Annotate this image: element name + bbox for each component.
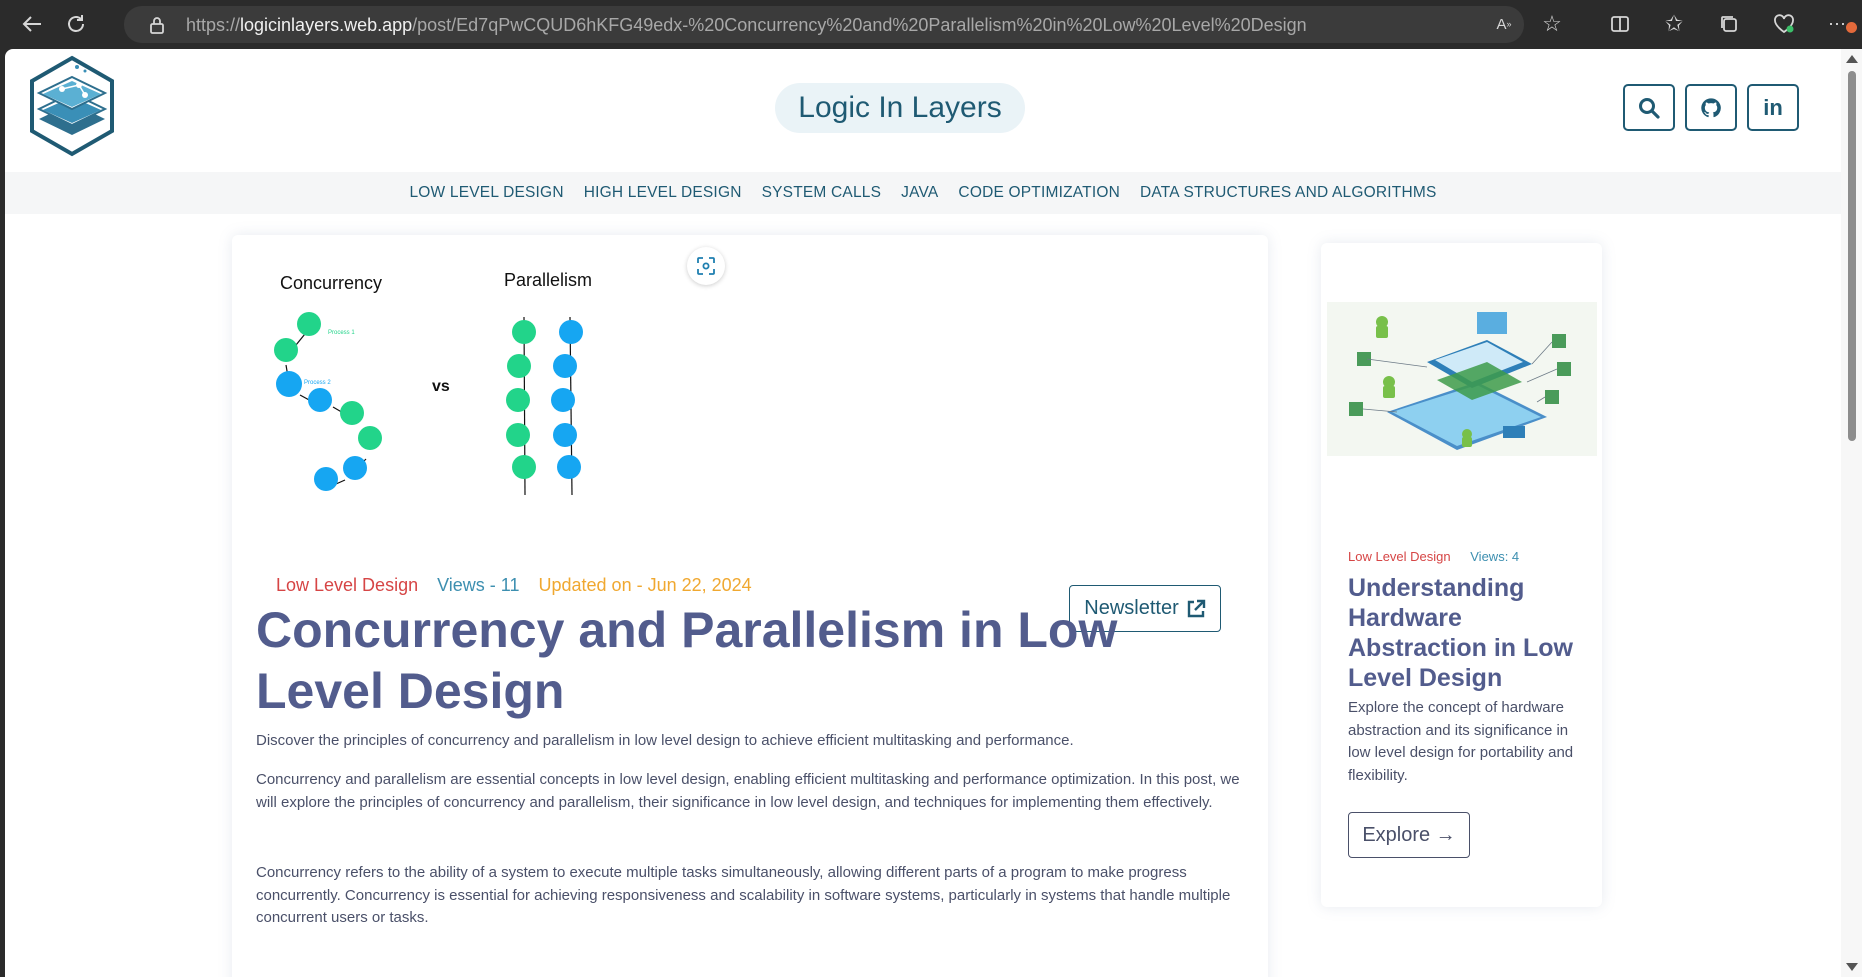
scroll-up-arrow-icon[interactable] — [1846, 55, 1858, 63]
browser-toolbar: https://logicinlayers.web.app/post/Ed7qP… — [0, 0, 1862, 49]
post-paragraph-1: Concurrency and parallelism are essentia… — [256, 771, 1240, 811]
nav-data-structures-algorithms[interactable]: DATA STRUCTURES AND ALGORITHMS — [1130, 184, 1447, 202]
related-post-category[interactable]: Low Level Design — [1348, 549, 1451, 564]
search-icon — [1639, 97, 1660, 119]
explore-button[interactable]: Explore → — [1348, 812, 1470, 858]
scrollbar-thumb[interactable] — [1848, 71, 1856, 441]
post-views: Views - 11 — [437, 575, 520, 595]
related-post-description: Explore the concept of hardware abstract… — [1348, 699, 1574, 784]
hero-vs-label: vs — [432, 378, 450, 395]
collections-icon[interactable] — [1715, 10, 1743, 38]
nav-java[interactable]: JAVA — [891, 184, 948, 202]
address-bar[interactable]: https://logicinlayers.web.app/post/Ed7qP… — [124, 6, 1524, 43]
concurrency-vs-parallelism-image: Concurrency Parallelism vs Process 1 Pro… — [274, 270, 592, 496]
category-nav: LOW LEVEL DESIGN HIGH LEVEL DESIGN SYSTE… — [5, 172, 1841, 214]
post-meta: Low Level Design Views - 11 Updated on -… — [276, 575, 766, 596]
site-title[interactable]: Logic In Layers — [775, 83, 1025, 133]
related-post-meta: Low Level Design Views: 4 — [1348, 549, 1519, 564]
post-title: Concurrency and Parallelism in Low Level… — [256, 602, 1118, 719]
related-post-card: Low Level Design Views: 4 Understanding … — [1321, 243, 1602, 907]
favorite-star-icon[interactable]: ☆ — [1538, 10, 1566, 38]
nav-system-calls[interactable]: SYSTEM CALLS — [752, 184, 892, 202]
split-screen-icon[interactable] — [1606, 10, 1634, 38]
page-scrollbar[interactable] — [1841, 49, 1862, 977]
nav-code-optimization[interactable]: CODE OPTIMIZATION — [948, 184, 1130, 202]
search-button[interactable] — [1623, 84, 1675, 131]
browser-essentials-icon[interactable] — [1770, 10, 1798, 38]
refresh-icon[interactable] — [62, 10, 90, 38]
process-1-label: Process 1 — [328, 330, 355, 336]
related-post-views: Views: 4 — [1470, 549, 1520, 564]
post-paragraph-2: Concurrency refers to the ability of a s… — [256, 864, 1231, 926]
visual-search-button[interactable] — [687, 247, 725, 285]
hero-concurrency-label: Concurrency — [280, 273, 382, 293]
post-category[interactable]: Low Level Design — [276, 575, 418, 595]
hardware-abstraction-image — [1327, 302, 1597, 456]
scan-icon — [697, 257, 715, 275]
related-post-title[interactable]: Understanding Hardware Abstraction in Lo… — [1348, 573, 1588, 693]
back-icon[interactable] — [18, 10, 46, 38]
nav-low-level-design[interactable]: LOW LEVEL DESIGN — [399, 184, 573, 202]
more-menu-icon[interactable]: ⋯ — [1823, 10, 1857, 38]
web-page: Logic In Layers in LOW LEVEL DESIGN HIGH… — [5, 49, 1841, 977]
read-aloud-icon[interactable]: A» — [1490, 10, 1518, 38]
post-updated-date: Updated on - Jun 22, 2024 — [538, 575, 752, 595]
article-card: Concurrency Parallelism vs Process 1 Pro… — [232, 235, 1268, 977]
url-text[interactable]: https://logicinlayers.web.app/post/Ed7qP… — [186, 15, 1307, 36]
scroll-down-arrow-icon[interactable] — [1846, 963, 1858, 971]
process-2-label: Process 2 — [304, 380, 331, 386]
lock-icon[interactable] — [146, 14, 168, 36]
favorites-icon[interactable]: ✩ — [1660, 10, 1688, 38]
linkedin-button[interactable]: in — [1747, 84, 1799, 131]
nav-high-level-design[interactable]: HIGH LEVEL DESIGN — [574, 184, 752, 202]
linkedin-icon: in — [1763, 94, 1783, 120]
github-icon — [1701, 97, 1721, 117]
github-button[interactable] — [1685, 84, 1737, 131]
post-lead: Discover the principles of concurrency a… — [256, 732, 1074, 749]
hero-parallelism-label: Parallelism — [504, 270, 592, 290]
site-logo[interactable] — [27, 55, 117, 157]
